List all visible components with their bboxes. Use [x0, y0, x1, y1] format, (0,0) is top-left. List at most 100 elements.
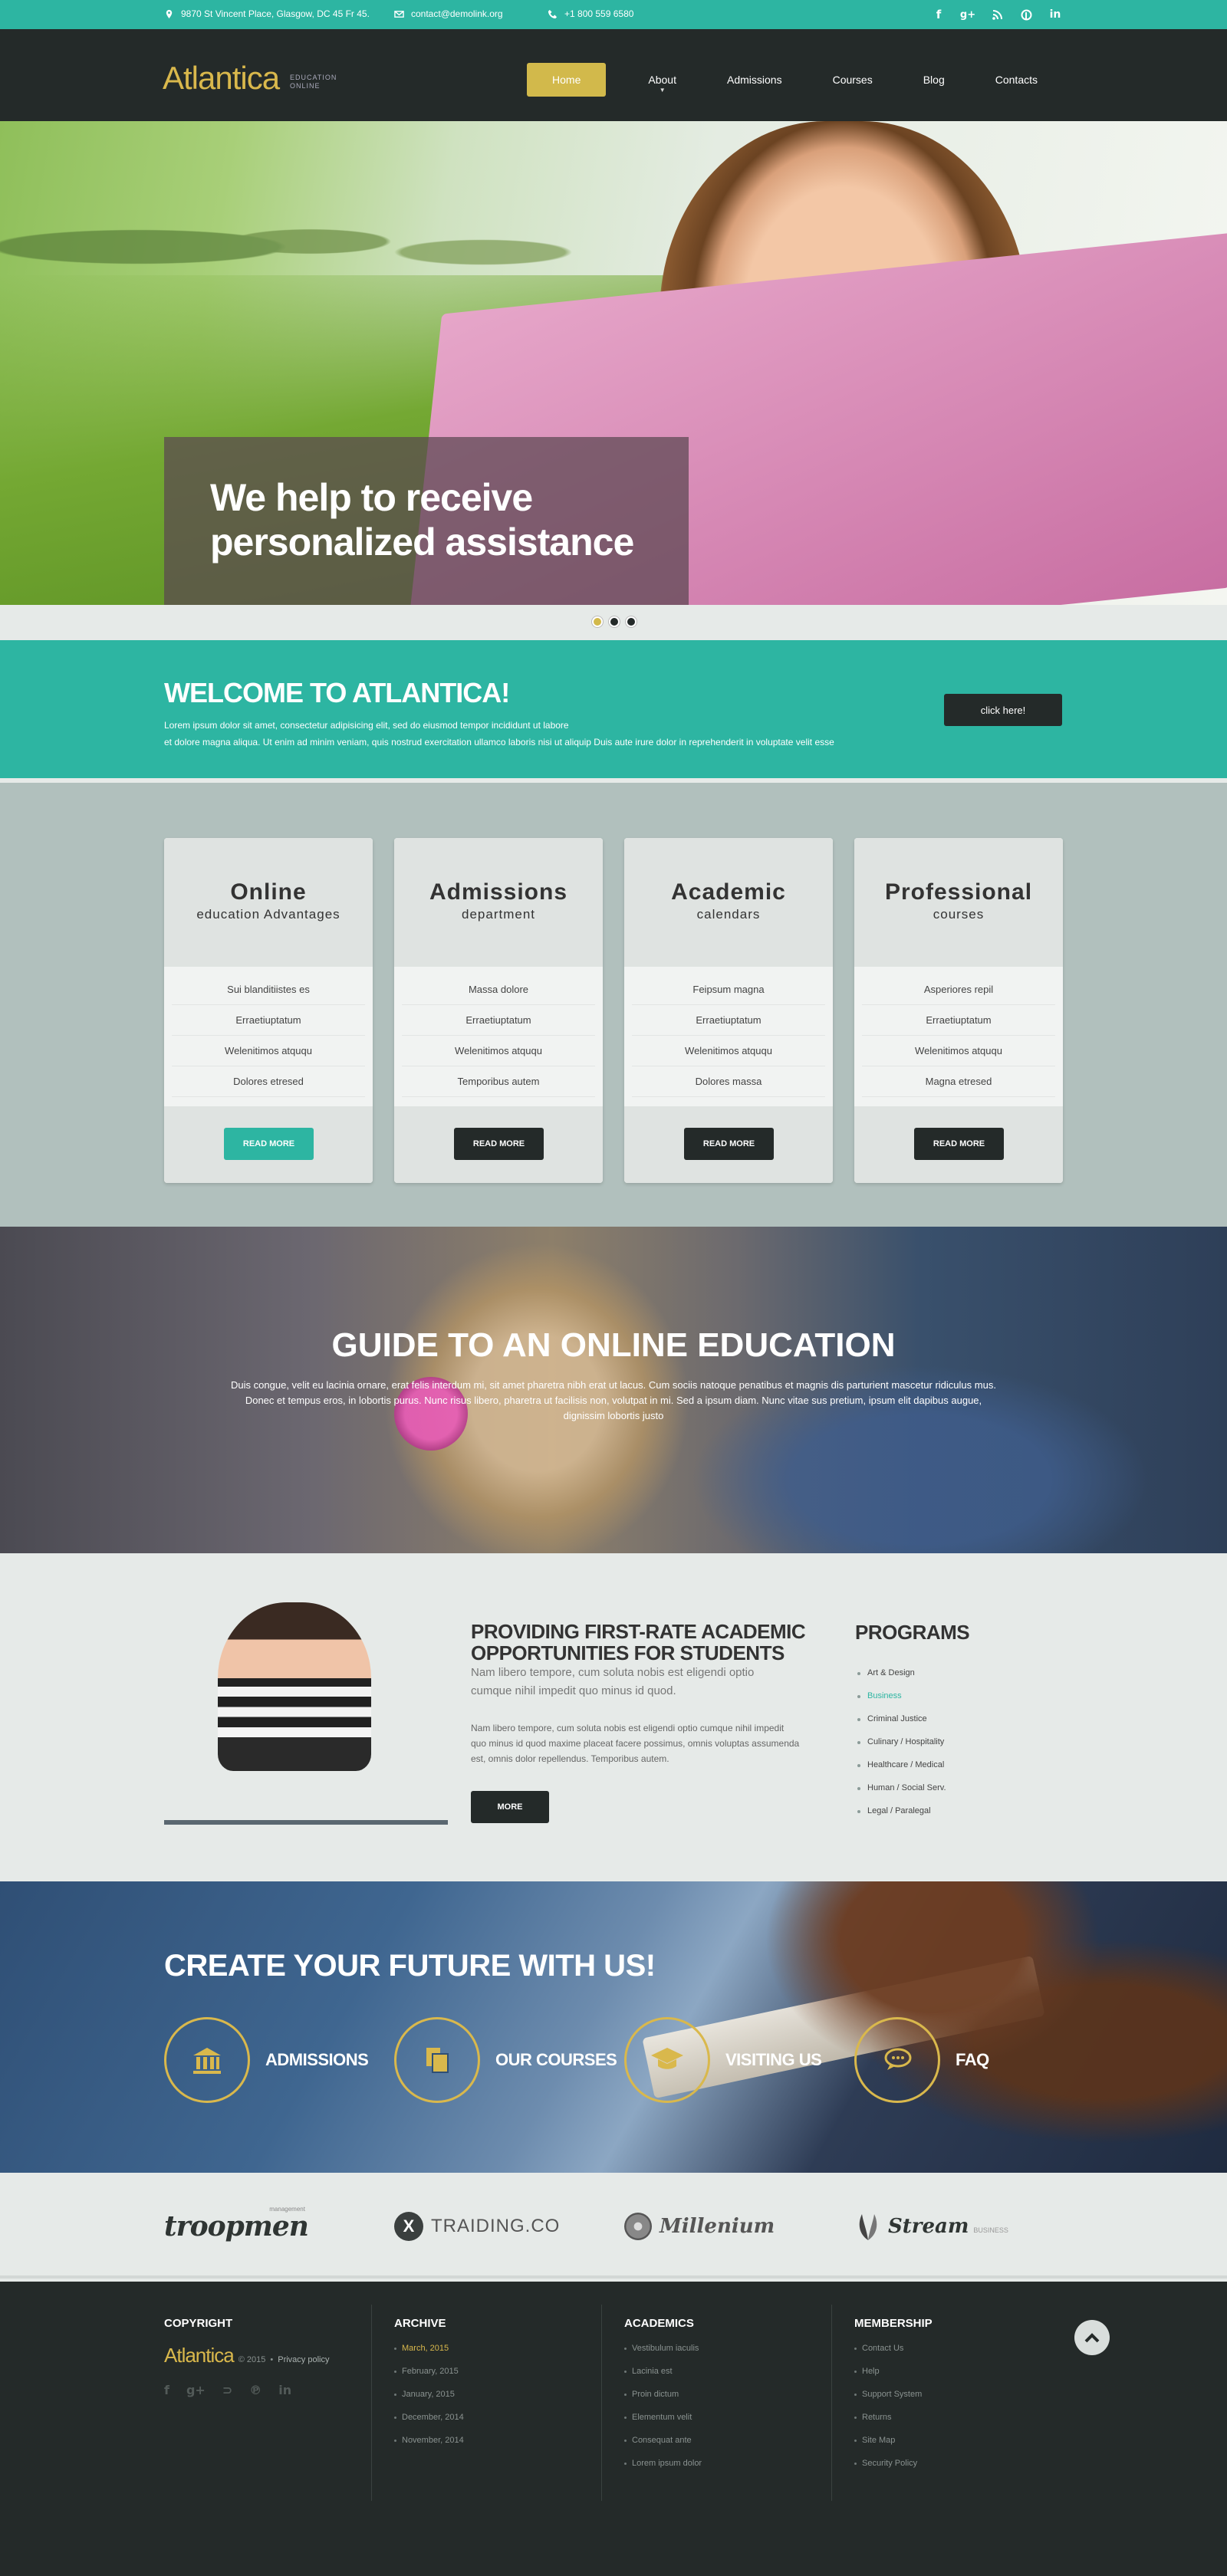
rss-icon[interactable]: [989, 7, 1005, 22]
archive-link[interactable]: January, 2015: [394, 2390, 464, 2413]
email-item[interactable]: contact@demolink.org: [394, 8, 503, 19]
email-link[interactable]: contact@demolink.org: [411, 8, 503, 19]
read-more-button[interactable]: READ MORE: [914, 1128, 1004, 1160]
courses-feature[interactable]: OUR COURSES: [394, 2017, 617, 2103]
provide-body: Nam libero tempore, cum soluta nobis est…: [471, 1723, 800, 1764]
program-link[interactable]: Culinary / Hospitality: [855, 1737, 946, 1760]
millenium-logo: Millenium: [660, 2215, 775, 2238]
linkedin-icon[interactable]: in: [1048, 7, 1063, 22]
future-section: CREATE YOUR FUTURE WITH US! ADMISSIONS O…: [0, 1881, 1227, 2173]
slider-dots: [592, 616, 637, 627]
guide-text-line-1: Duis congue, velit eu lacinia ornare, er…: [231, 1379, 933, 1391]
site-logo[interactable]: Atlantica: [163, 60, 280, 97]
program-link[interactable]: Business: [855, 1691, 946, 1714]
program-link[interactable]: Human / Social Serv.: [855, 1783, 946, 1806]
google-plus-icon[interactable]: g+: [186, 2383, 206, 2397]
program-link[interactable]: Legal / Paralegal: [855, 1806, 946, 1829]
faq-feature[interactable]: FAQ: [854, 2017, 989, 2103]
linkedin-icon[interactable]: in: [278, 2383, 291, 2397]
membership-title: MEMBERSHIP: [854, 2317, 933, 2330]
facebook-icon[interactable]: f: [931, 7, 946, 22]
academics-link[interactable]: Consequat ante: [624, 2436, 702, 2459]
nav-blog[interactable]: Blog: [898, 63, 970, 97]
footer-logo[interactable]: Atlantica: [164, 2344, 235, 2367]
privacy-link[interactable]: Privacy policy: [278, 2355, 329, 2364]
membership-link[interactable]: Returns: [854, 2413, 933, 2436]
partner-millenium[interactable]: Millenium: [624, 2211, 775, 2242]
read-more-button[interactable]: READ MORE: [454, 1128, 544, 1160]
guide-section: GUIDE TO AN ONLINE EDUCATION Duis congue…: [0, 1227, 1227, 1553]
social-links: f g+ in: [931, 7, 1063, 22]
membership-link[interactable]: Security Policy: [854, 2459, 933, 2482]
academics-link[interactable]: Vestibulum iaculis: [624, 2344, 702, 2367]
read-more-button[interactable]: READ MORE: [684, 1128, 774, 1160]
card-title: Admissions: [429, 879, 568, 905]
map-pin-icon: [166, 9, 173, 18]
provide-lead: Nam libero tempore, cum soluta nobis est…: [471, 1666, 755, 1697]
footer-copyright: COPYRIGHT Atlantica © 2015 • Privacy pol…: [164, 2317, 329, 2397]
membership-link[interactable]: Site Map: [854, 2436, 933, 2459]
facebook-icon[interactable]: f: [164, 2383, 169, 2397]
footer-divider: [601, 2305, 602, 2501]
program-link[interactable]: Healthcare / Medical: [855, 1760, 946, 1783]
partner-stream[interactable]: Stream BUSINESS: [854, 2211, 1008, 2242]
feature-label: VISITING US: [725, 2050, 822, 2069]
card-subtitle: department: [462, 907, 535, 922]
partner-traiding[interactable]: X TRAIDING.CO: [394, 2211, 560, 2242]
list-item: Feipsum magna: [632, 974, 825, 1005]
membership-link[interactable]: Support System: [854, 2390, 933, 2413]
slider-dot-1[interactable]: [592, 616, 603, 627]
card-header: Online education Advantages: [164, 838, 373, 967]
list-item: Erraetiuptatum: [402, 1005, 595, 1036]
archive-list: March, 2015 February, 2015 January, 2015…: [394, 2344, 464, 2459]
rss-icon[interactable]: ⊃: [222, 2383, 232, 2397]
footer-archive: ARCHIVE March, 2015 February, 2015 Janua…: [394, 2317, 464, 2459]
archive-link[interactable]: December, 2014: [394, 2413, 464, 2436]
feature-label: ADMISSIONS: [265, 2050, 369, 2069]
academics-link[interactable]: Lorem ipsum dolor: [624, 2459, 702, 2482]
nav-courses[interactable]: Courses: [808, 63, 898, 97]
scroll-to-top-button[interactable]: [1074, 2320, 1110, 2355]
pinterest-icon[interactable]: ℗: [249, 2383, 262, 2397]
academics-link[interactable]: Proin dictum: [624, 2390, 702, 2413]
nav-contacts[interactable]: Contacts: [970, 63, 1063, 97]
hero-heading-line-1: We help to receive: [210, 476, 533, 519]
read-more-button[interactable]: READ MORE: [224, 1128, 314, 1160]
welcome-text-line-1: Lorem ipsum dolor sit amet, consectetur …: [164, 720, 569, 731]
hero-heading-line-2: personalized assistance: [210, 521, 634, 564]
traiding-logo: TRAIDING.CO: [431, 2216, 561, 2236]
card-online: Online education Advantages Sui blanditii…: [164, 838, 373, 1183]
click-here-button[interactable]: click here!: [944, 694, 1062, 726]
list-item: Erraetiuptatum: [632, 1005, 825, 1036]
google-plus-icon[interactable]: g+: [960, 7, 975, 22]
academics-link[interactable]: Elementum velit: [624, 2413, 702, 2436]
program-link[interactable]: Art & Design: [855, 1668, 946, 1691]
chevron-down-icon: ▼: [659, 87, 666, 94]
slider-dot-3[interactable]: [626, 616, 637, 627]
academics-list: Vestibulum iaculis Lacinia est Proin dic…: [624, 2344, 702, 2482]
copyright-year: © 2015: [238, 2355, 266, 2364]
pinterest-icon[interactable]: [1018, 7, 1034, 22]
slider-dot-2[interactable]: [609, 616, 620, 627]
visiting-feature[interactable]: VISITING US: [624, 2017, 822, 2103]
image-base-line: [164, 1820, 448, 1825]
list-item: Welenitimos atququ: [402, 1036, 595, 1066]
student-figure: [218, 1602, 371, 1771]
document-icon: [394, 2017, 480, 2103]
membership-link[interactable]: Contact Us: [854, 2344, 933, 2367]
graduation-cap-icon: [624, 2017, 710, 2103]
archive-link[interactable]: November, 2014: [394, 2436, 464, 2459]
academics-link[interactable]: Lacinia est: [624, 2367, 702, 2390]
card-header: Admissions department: [394, 838, 603, 967]
admissions-feature[interactable]: ADMISSIONS: [164, 2017, 369, 2103]
program-link[interactable]: Criminal Justice: [855, 1714, 946, 1737]
stream-small: BUSINESS: [973, 2226, 1008, 2234]
membership-link[interactable]: Help: [854, 2367, 933, 2390]
nav-about[interactable]: About ▼: [623, 63, 702, 97]
nav-admissions[interactable]: Admissions: [702, 63, 808, 97]
nav-home[interactable]: Home: [527, 63, 607, 97]
more-button[interactable]: MORE: [471, 1791, 549, 1823]
archive-link[interactable]: February, 2015: [394, 2367, 464, 2390]
archive-link[interactable]: March, 2015: [394, 2344, 464, 2367]
partner-troopmen[interactable]: troopmen management: [164, 2206, 309, 2242]
